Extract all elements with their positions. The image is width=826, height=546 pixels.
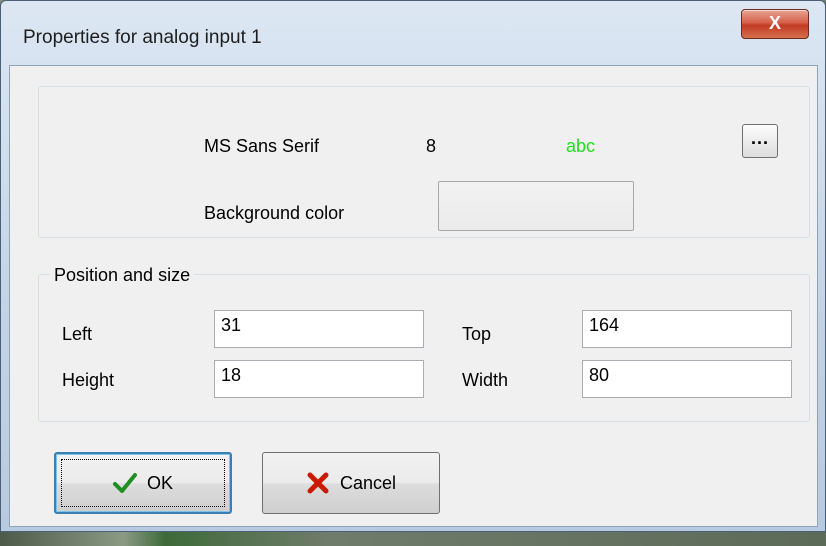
- window-title: Properties for analog input 1: [23, 27, 262, 48]
- cancel-button[interactable]: Cancel: [262, 452, 440, 514]
- font-name-label: MS Sans Serif: [204, 136, 320, 156]
- top-input[interactable]: 164: [582, 310, 792, 348]
- background-color-label: Background color: [204, 203, 345, 223]
- focus-ring: [61, 459, 225, 507]
- left-label: Left: [62, 324, 93, 344]
- position-size-group: [38, 274, 810, 422]
- height-label: Height: [62, 370, 115, 390]
- font-size-label: 8: [426, 136, 437, 156]
- left-input[interactable]: 31: [214, 310, 424, 348]
- close-button[interactable]: X: [741, 9, 809, 39]
- font-browse-button[interactable]: ...: [742, 124, 778, 158]
- width-label: Width: [462, 370, 509, 390]
- properties-dialog: Properties for analog input 1 X MS Sans …: [0, 0, 826, 532]
- height-input[interactable]: 18: [214, 360, 424, 398]
- ok-button[interactable]: OK: [54, 452, 232, 514]
- cancel-label: Cancel: [339, 472, 397, 493]
- close-icon: X: [768, 13, 781, 33]
- x-icon: [307, 472, 329, 494]
- dialog-client-area: MS Sans Serif 8 abc ... Background color…: [9, 65, 818, 527]
- background-color-swatch[interactable]: [438, 181, 634, 231]
- top-label: Top: [462, 324, 492, 344]
- font-panel: [38, 86, 810, 238]
- width-input[interactable]: 80: [582, 360, 792, 398]
- position-size-legend: Position and size: [50, 265, 195, 286]
- font-sample-text: abc: [566, 136, 596, 156]
